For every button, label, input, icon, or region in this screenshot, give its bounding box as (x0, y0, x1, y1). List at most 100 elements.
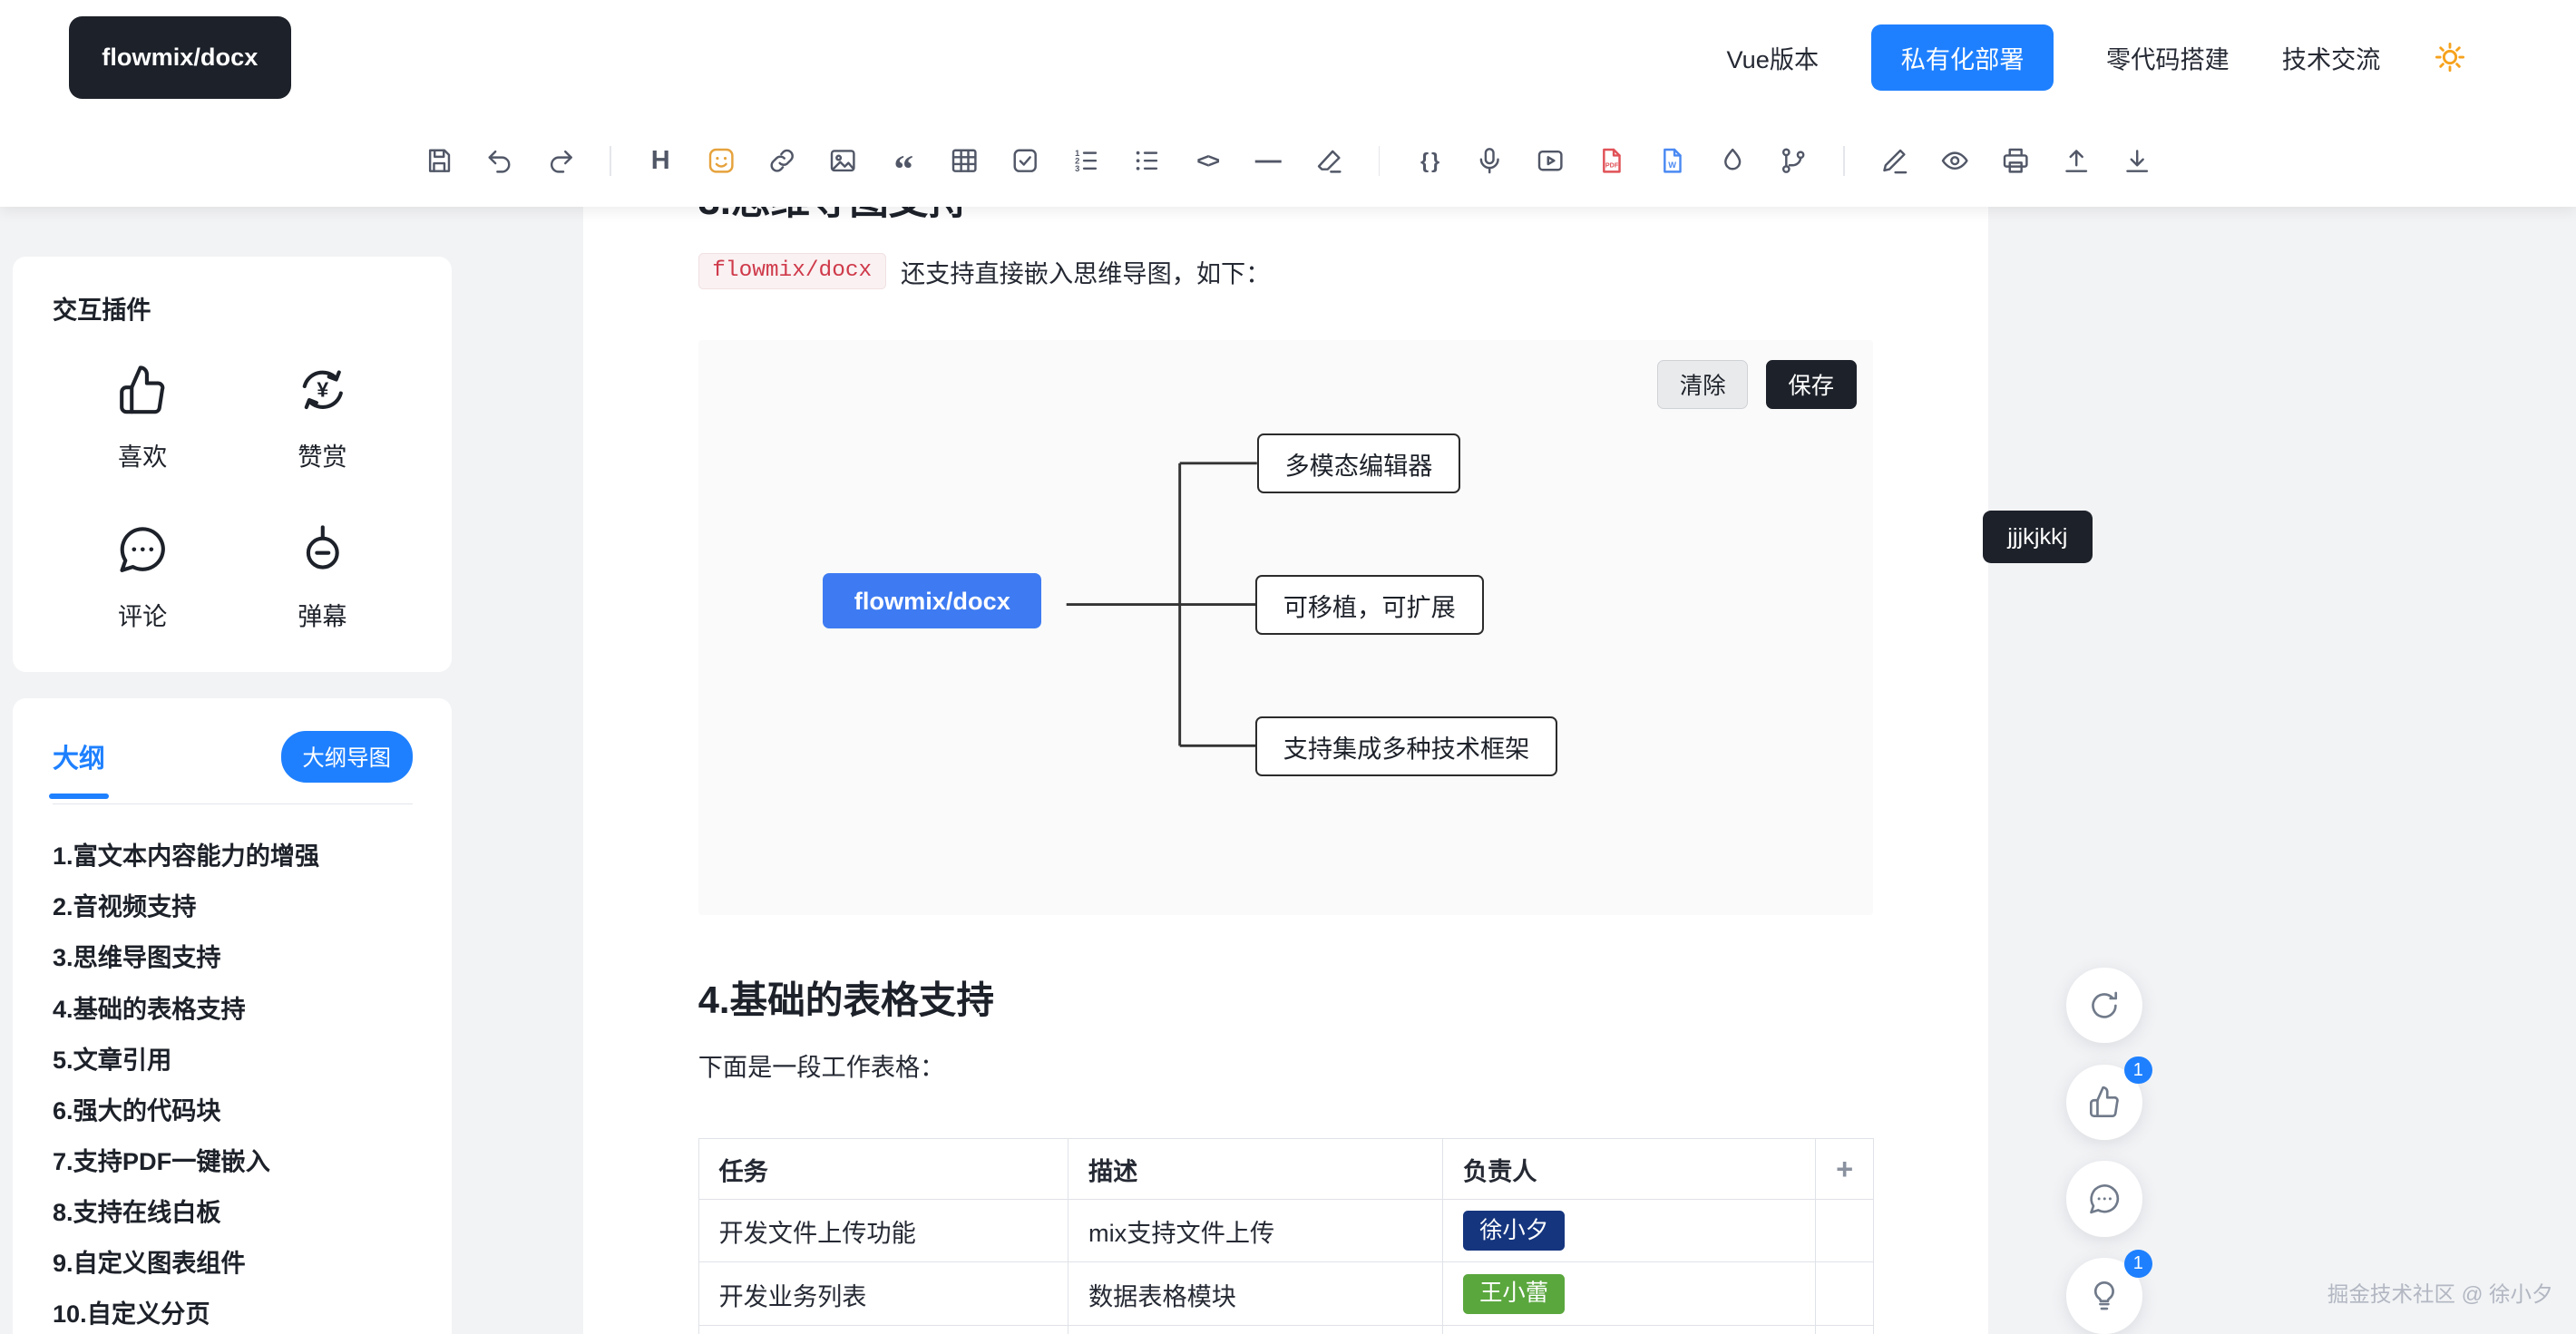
blockquote-icon[interactable]: “ (883, 140, 925, 182)
idea-button[interactable]: 1 (2066, 1258, 2142, 1333)
outline-item[interactable]: 3.思维导图支持 (53, 932, 413, 983)
table-row: 开发业务列表 数据表格模块 王小蕾 (698, 1262, 1873, 1326)
preview-icon[interactable] (1934, 140, 1976, 182)
plugin-reward[interactable]: ¥ 赞赏 (232, 362, 412, 472)
intro-text: 还支持直接嵌入思维导图，如下： (901, 253, 1270, 289)
horizontal-rule-icon[interactable]: — (1247, 140, 1290, 182)
export-icon[interactable] (2055, 140, 2098, 182)
video-icon[interactable] (1529, 140, 1572, 182)
mindmap-clear-button[interactable]: 清除 (1657, 360, 1748, 409)
ordered-list-icon[interactable]: 123 (1065, 140, 1107, 182)
lamp-icon (295, 521, 351, 585)
outline-item[interactable]: 2.音视频支持 (53, 881, 413, 932)
table-row: 开发文件上传功能 mix支持文件上传 徐小夕 (698, 1199, 1873, 1262)
deploy-button[interactable]: 私有化部署 (1871, 24, 2054, 91)
mindmap-child-node[interactable]: 支持集成多种技术框架 (1255, 716, 1558, 776)
table-header-task: 任务 (698, 1139, 1068, 1199)
cell-empty[interactable] (1816, 1199, 1873, 1262)
cell-empty[interactable] (1816, 1262, 1873, 1326)
thumbs-up-icon (2086, 1084, 2122, 1120)
table-header-row: 任务 描述 负责人 + (698, 1139, 1873, 1199)
nav-link-contact[interactable]: 技术交流 (2282, 39, 2381, 75)
mindmap-root-node[interactable]: flowmix/docx (823, 573, 1041, 628)
toolbar-divider (1843, 146, 1845, 176)
emoji-icon[interactable] (700, 140, 743, 182)
nav-link-vue[interactable]: Vue版本 (1727, 39, 1820, 75)
inline-code-icon[interactable]: <> (1186, 140, 1229, 182)
table-row (698, 1326, 1873, 1334)
bulb-icon (2086, 1278, 2122, 1314)
plugin-like[interactable]: 喜欢 (53, 362, 232, 472)
plugin-reward-label: 赞赏 (298, 436, 346, 472)
svg-text:W: W (1669, 161, 1677, 170)
outline-header: 大纲 大纲导图 (53, 731, 413, 804)
sun-icon[interactable] (2433, 40, 2467, 74)
owner-badge: 王小蕾 (1463, 1274, 1565, 1313)
plugin-danmaku[interactable]: 弹幕 (232, 521, 412, 632)
refresh-button[interactable] (2066, 968, 2142, 1043)
plugins-card: 交互插件 喜欢 ¥ 赞赏 评论 弹幕 (13, 257, 452, 672)
print-icon[interactable] (1995, 140, 2037, 182)
undo-icon[interactable] (478, 140, 521, 182)
cell-desc[interactable]: mix支持文件上传 (1068, 1199, 1443, 1262)
cell-desc[interactable]: 数据表格模块 (1068, 1262, 1443, 1326)
code-block-icon[interactable]: { } (1408, 140, 1450, 182)
comment-icon (114, 521, 171, 585)
microphone-icon[interactable] (1469, 140, 1511, 182)
redo-icon[interactable] (539, 140, 581, 182)
outline-item[interactable]: 5.文章引用 (53, 1035, 413, 1086)
like-button[interactable]: 1 (2066, 1065, 2142, 1140)
owner-badge: 徐小夕 (1463, 1211, 1565, 1250)
mindmap-save-button[interactable]: 保存 (1766, 360, 1857, 409)
outline-item[interactable]: 4.基础的表格支持 (53, 984, 413, 1035)
plugin-comment[interactable]: 评论 (53, 521, 232, 632)
table-icon[interactable] (943, 140, 986, 182)
outline-item[interactable]: 9.自定义图表组件 (53, 1238, 413, 1289)
outline-item[interactable]: 6.强大的代码块 (53, 1086, 413, 1136)
cell-task[interactable]: 开发业务列表 (698, 1262, 1068, 1326)
outline-item[interactable]: 7.支持PDF一键嵌入 (53, 1136, 413, 1187)
mindmap-child-node[interactable]: 可移植，可扩展 (1255, 575, 1484, 635)
image-icon[interactable] (822, 140, 864, 182)
clipped-section-heading: 3.思维导图支持 (698, 207, 1873, 227)
plugins-grid: 喜欢 ¥ 赞赏 评论 弹幕 (53, 362, 413, 633)
cell-empty[interactable] (1816, 1326, 1873, 1334)
pdf-icon[interactable]: PDF (1590, 140, 1633, 182)
mindmap-child-node[interactable]: 多模态编辑器 (1257, 433, 1461, 493)
cell-task[interactable] (698, 1326, 1068, 1334)
comment-tooltip: jjjkjkkj (1983, 511, 2092, 563)
thumbs-up-icon (114, 362, 171, 425)
nav-link-nocode[interactable]: 零代码搭建 (2106, 39, 2230, 75)
page: flowmix/docx Vue版本 私有化部署 零代码搭建 技术交流 H “ … (0, 0, 2576, 1334)
cell-owner[interactable] (1443, 1326, 1816, 1334)
outline-item[interactable]: 1.富文本内容能力的增强 (53, 831, 413, 881)
cell-desc[interactable] (1068, 1326, 1443, 1334)
outline-item[interactable]: 8.支持在线白板 (53, 1187, 413, 1238)
word-icon[interactable]: W (1651, 140, 1693, 182)
cell-owner[interactable]: 徐小夕 (1443, 1199, 1816, 1262)
svg-text:¥: ¥ (317, 377, 328, 401)
outline-tab[interactable]: 大纲 (53, 737, 105, 775)
cell-owner[interactable]: 王小蕾 (1443, 1262, 1816, 1326)
toolbar-divider (610, 146, 611, 176)
toolbar-divider (1379, 146, 1381, 176)
download-icon[interactable] (2116, 140, 2159, 182)
work-table: 任务 描述 负责人 + 开发文件上传功能 mix支持文件上传 徐小夕 开发业务列… (698, 1138, 1874, 1333)
logo[interactable]: flowmix/docx (69, 16, 290, 99)
outline-map-button[interactable]: 大纲导图 (281, 731, 413, 783)
eraser-icon[interactable] (1308, 140, 1351, 182)
table-header-desc: 描述 (1068, 1139, 1443, 1199)
heading-icon[interactable]: H (639, 140, 682, 182)
outline-item[interactable]: 10.自定义分页 (53, 1289, 413, 1333)
signature-icon[interactable] (1873, 140, 1916, 182)
add-column-button[interactable]: + (1816, 1139, 1873, 1199)
comment-button[interactable] (2066, 1161, 2142, 1236)
comment-icon (2086, 1181, 2122, 1217)
save-icon[interactable] (417, 140, 460, 182)
link-icon[interactable] (761, 140, 804, 182)
theme-icon[interactable] (1712, 140, 1754, 182)
unordered-list-icon[interactable] (1126, 140, 1168, 182)
git-branch-icon[interactable] (1772, 140, 1815, 182)
checkbox-icon[interactable] (1004, 140, 1047, 182)
cell-task[interactable]: 开发文件上传功能 (698, 1199, 1068, 1262)
